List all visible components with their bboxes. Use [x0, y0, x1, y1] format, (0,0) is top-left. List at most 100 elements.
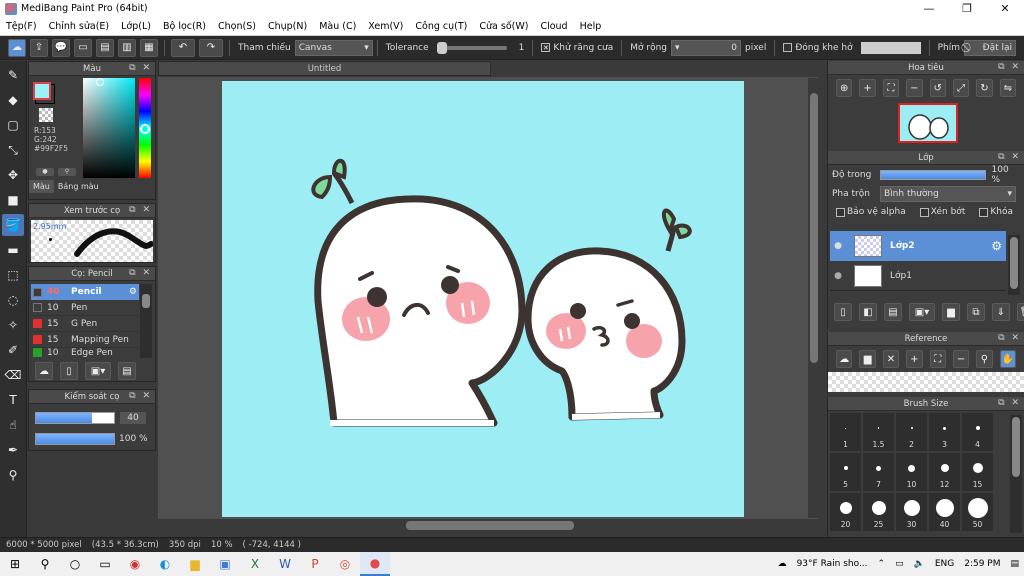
fit-screen-icon[interactable]: ⛶: [929, 350, 946, 368]
brush-size-cell[interactable]: 5: [830, 453, 861, 491]
eraser-tool-icon[interactable]: ◆: [2, 89, 24, 111]
hue-cursor[interactable]: [140, 124, 150, 134]
clipping-checkbox[interactable]: [919, 207, 929, 217]
lasso-tool-icon[interactable]: ◌: [2, 289, 24, 311]
zoom-out-icon[interactable]: −: [906, 79, 923, 97]
fit-screen-icon[interactable]: ⛶: [882, 79, 900, 97]
panel-controls-icon[interactable]: ⧉ ✕: [129, 268, 152, 278]
layer-opacity-slider[interactable]: [879, 170, 986, 180]
file-explorer-icon[interactable]: ▆: [180, 552, 210, 576]
open-folder-icon[interactable]: ▆: [859, 350, 876, 368]
panel-controls-icon[interactable]: ⧉ ✕: [129, 391, 152, 401]
menu-color[interactable]: Màu (C): [313, 21, 362, 32]
layer-item-lop2[interactable]: ● Lớp2 ⚙: [830, 231, 1006, 261]
brush-item-pen[interactable]: 10 Pen: [31, 300, 139, 316]
brush-size-cell[interactable]: 12: [929, 453, 960, 491]
minimize-button[interactable]: —: [910, 0, 948, 17]
bucket-tool-icon[interactable]: 🪣: [2, 214, 24, 236]
maximize-button[interactable]: ❐: [948, 0, 986, 17]
volume-icon[interactable]: 🔈: [914, 559, 925, 569]
language-indicator[interactable]: ENG: [935, 559, 954, 569]
transparent-swatch[interactable]: [39, 108, 53, 122]
close-gap-slider[interactable]: [860, 41, 921, 54]
brush-size-cell[interactable]: 7: [863, 453, 894, 491]
layer-scrollbar[interactable]: [1008, 235, 1020, 295]
brush-size-cell[interactable]: 40: [929, 493, 960, 531]
lock-checkbox[interactable]: [979, 207, 989, 217]
brush-size-cell[interactable]: 4: [962, 413, 993, 451]
speech-bubble-icon[interactable]: ▭: [74, 38, 92, 57]
menu-layer[interactable]: Lớp(L): [115, 21, 157, 32]
new-layer-icon[interactable]: ▯: [834, 303, 852, 321]
tab-palette[interactable]: Bảng màu: [54, 180, 103, 193]
monitor-icon[interactable]: ▣: [210, 552, 240, 576]
zoom-fit-icon[interactable]: ⊕: [836, 79, 853, 97]
hand-icon[interactable]: ✋: [999, 350, 1016, 368]
brush-size-cell[interactable]: 1.5: [863, 413, 894, 451]
flip-icon[interactable]: ⇋: [999, 79, 1016, 97]
brush-item-mapping-pen[interactable]: 15 Mapping Pen: [31, 332, 139, 348]
select-tool-icon[interactable]: ⬚: [2, 264, 24, 286]
panel-controls-icon[interactable]: ⧉ ✕: [998, 62, 1021, 72]
expand-input[interactable]: ▾ 0: [671, 39, 742, 56]
panel-controls-icon[interactable]: ⧉ ✕: [998, 152, 1021, 162]
select-pen-tool-icon[interactable]: ✐: [2, 339, 24, 361]
drawing-canvas[interactable]: [222, 81, 744, 517]
undo-icon[interactable]: ↶: [171, 38, 195, 57]
tab-color[interactable]: Màu: [29, 180, 54, 193]
saturation-value-picker[interactable]: [83, 78, 135, 178]
menu-filter[interactable]: Bộ lọc(R): [157, 21, 212, 32]
panel-icon[interactable]: ▥: [118, 38, 136, 57]
fill-rect-tool-icon[interactable]: ■: [2, 189, 24, 211]
new-color-layer-icon[interactable]: ◧: [859, 303, 877, 321]
eye-icon[interactable]: ●: [830, 241, 846, 251]
brush-item-pencil[interactable]: 40 Pencil ⚙: [31, 284, 139, 300]
menu-view[interactable]: Xem(V): [362, 21, 409, 32]
comment-icon[interactable]: 💬: [52, 38, 70, 57]
cortana-icon[interactable]: ○: [60, 552, 90, 576]
tolerance-slider[interactable]: [436, 41, 507, 54]
brush-tool-icon[interactable]: ✎: [2, 64, 24, 86]
vertical-scroll-thumb[interactable]: [810, 93, 818, 363]
brush-item-edge-pen[interactable]: 10 Edge Pen: [31, 348, 139, 358]
menu-window[interactable]: Cửa số(W): [473, 21, 534, 32]
rectangle-tool-icon[interactable]: ▢: [2, 114, 24, 136]
operation-tool-icon[interactable]: ☝: [2, 414, 24, 436]
brush-list-scrollbar[interactable]: [140, 284, 152, 358]
protect-alpha-checkbox[interactable]: [836, 207, 845, 217]
eyedropper-tool-icon[interactable]: ⚲: [2, 464, 24, 486]
gear-icon[interactable]: ⚙: [991, 239, 1002, 253]
brush-size-cell[interactable]: 3: [929, 413, 960, 451]
text-tool-icon[interactable]: T: [2, 389, 24, 411]
search-icon[interactable]: ⚲: [30, 552, 60, 576]
eyedropper-icon[interactable]: ⚲: [976, 350, 993, 368]
select-eraser-tool-icon[interactable]: ⌫: [2, 364, 24, 386]
eyedropper-icon[interactable]: ⚲: [58, 168, 76, 176]
notification-icon[interactable]: ▤: [1010, 559, 1019, 569]
document-tab[interactable]: Untitled: [158, 61, 491, 76]
powerpoint-icon[interactable]: P: [300, 552, 330, 576]
medibang-taskbar-icon[interactable]: ●: [360, 552, 390, 576]
menu-help[interactable]: Help: [574, 21, 608, 32]
windows-start-icon[interactable]: ⊞: [0, 552, 30, 576]
dot-tool-icon[interactable]: ⤡: [2, 139, 24, 161]
cloud-sync-icon[interactable]: ☁: [8, 38, 26, 57]
brush-size-value[interactable]: 40: [120, 412, 146, 424]
menu-snap[interactable]: Chụp(N): [262, 21, 313, 32]
gradient-tool-icon[interactable]: ▬: [2, 239, 24, 261]
new-halftone-layer-icon[interactable]: ▤: [884, 303, 902, 321]
primary-color-swatch[interactable]: [33, 82, 51, 100]
task-view-icon[interactable]: ▭: [90, 552, 120, 576]
add-color-icon[interactable]: ●: [36, 168, 54, 176]
reference-cloud-icon[interactable]: ☁: [836, 350, 853, 368]
menu-edit[interactable]: Chỉnh sửa(E): [43, 21, 116, 32]
new-brush-icon[interactable]: ▯: [60, 362, 78, 380]
layer-item-lop1[interactable]: ● Lớp1: [830, 261, 1006, 291]
brush-size-cell[interactable]: 10: [896, 453, 927, 491]
brush-opacity-slider[interactable]: [35, 433, 115, 445]
brush-size-cell[interactable]: 50: [962, 493, 993, 531]
rotate-left-icon[interactable]: ↺: [929, 79, 946, 97]
share-icon[interactable]: ⇪: [30, 38, 48, 57]
reference-select[interactable]: Canvas ▾: [294, 39, 373, 56]
grid-icon[interactable]: ▦: [140, 38, 158, 57]
